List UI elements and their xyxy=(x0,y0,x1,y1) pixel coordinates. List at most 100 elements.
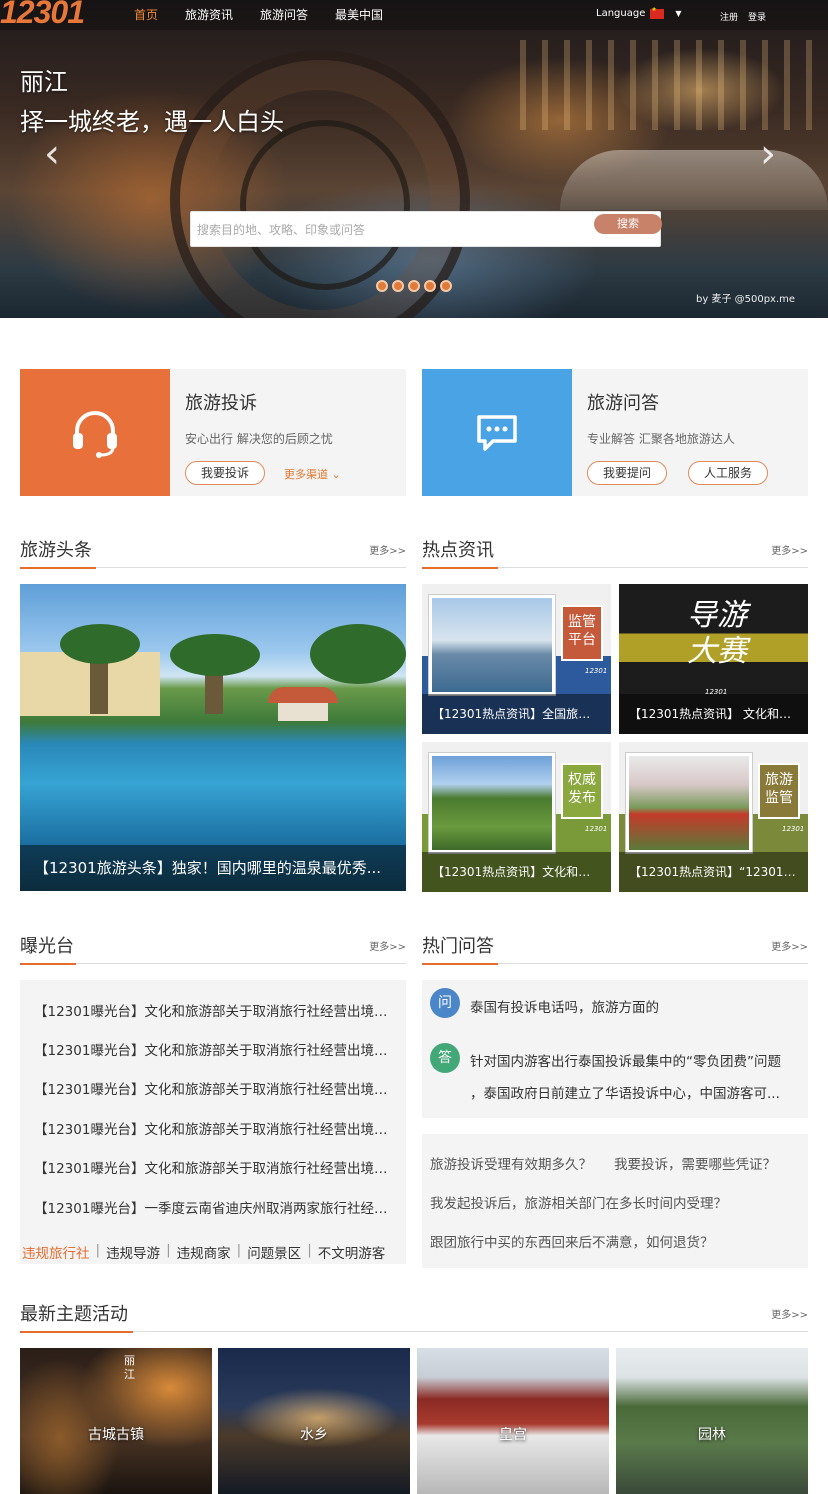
tile-caption[interactable]: 【12301热点资讯】全国旅游监管... xyxy=(422,694,611,734)
tile-stamp-text: 监管平台 xyxy=(561,605,603,661)
street-lights-image xyxy=(520,40,820,130)
caret-down-icon: ▼ xyxy=(675,9,682,18)
nav-item-travel-news[interactable]: 旅游资讯 xyxy=(185,6,233,23)
more-channels-link[interactable]: 更多渠道 ⌄ xyxy=(284,466,341,482)
hotspot-tile[interactable]: 导游大赛 12301 【12301热点资讯】 文化和旅游部... xyxy=(619,584,808,734)
carousel-next-arrow-icon[interactable]: › xyxy=(760,134,776,174)
complaint-card: 旅游投诉 安心出行 解决您的后顾之忧 我要投诉 更多渠道 ⌄ xyxy=(20,369,406,496)
submit-complaint-button[interactable]: 我要投诉 xyxy=(185,461,265,485)
stone-bridge-image xyxy=(560,150,828,210)
headlines-title: 旅游头条 xyxy=(20,540,92,561)
nav-item-travel-qa[interactable]: 旅游问答 xyxy=(260,6,308,23)
hotspot-tile[interactable]: 旅游监管 12301 【12301热点资讯】“12301全国... xyxy=(619,742,808,892)
qa-card: 旅游问答 专业解答 汇聚各地旅游达人 我要提问 人工服务 xyxy=(422,369,808,496)
more-channels-label: 更多渠道 xyxy=(284,468,328,481)
search-button[interactable]: 搜索 xyxy=(594,214,662,234)
faq-item[interactable]: 跟团旅行中买的东西回来后不满意，如何退货？ xyxy=(430,1231,714,1251)
exposure-item[interactable]: 【12301曝光台】文化和旅游部关于取消旅行社经营出境旅游业务的公告 xyxy=(34,1157,394,1177)
qa-card-icon-panel xyxy=(422,369,572,496)
tile-watermark: 12301 xyxy=(585,667,608,675)
waterwheel-inner-image xyxy=(240,120,410,290)
activity-ancient-town[interactable]: 丽 江 古城古镇 xyxy=(20,1348,212,1494)
tile-caption[interactable]: 【12301热点资讯】 文化和旅游部... xyxy=(619,694,808,734)
exposure-item[interactable]: 【12301曝光台】文化和旅游部关于取消旅行社经营出境旅游业务的公告 xyxy=(34,1000,394,1020)
activity-label: 古城古镇 xyxy=(88,1427,144,1443)
tag-separator: | xyxy=(236,1242,242,1258)
exposure-item[interactable]: 【12301曝光台】文化和旅游部关于取消旅行社经营出境旅游业务的公告 xyxy=(34,1039,394,1059)
language-selector[interactable]: Language ▼ xyxy=(596,6,682,20)
search-box: 搜索 xyxy=(190,211,662,247)
chat-bubble-icon xyxy=(477,414,517,451)
carousel-dot[interactable] xyxy=(440,280,452,292)
carousel-dot[interactable] xyxy=(376,280,388,292)
title-underline xyxy=(20,963,76,965)
tag-uncivil-tourist[interactable]: 不文明游客 xyxy=(318,1242,386,1262)
tag-separator: | xyxy=(307,1242,312,1258)
faq-item[interactable]: 我要投诉，需要哪些凭证？ xyxy=(614,1153,776,1173)
activity-water-town[interactable]: 水乡 xyxy=(218,1348,410,1494)
palm-canopy-image xyxy=(310,624,406,684)
activity-label: 水乡 xyxy=(300,1427,328,1443)
headline-caption[interactable]: 【12301旅游头条】独家！国内哪里的温泉最优秀... xyxy=(20,845,406,891)
headlines-more-link[interactable]: 更多>> xyxy=(369,542,406,557)
qa-section-header: 热门问答 更多>> xyxy=(422,932,808,965)
china-flag-icon xyxy=(650,6,665,19)
qa-more-link[interactable]: 更多>> xyxy=(771,938,808,953)
login-link[interactable]: 登录 xyxy=(748,10,766,23)
carousel-dot[interactable] xyxy=(424,280,436,292)
exposure-item[interactable]: 【12301曝光台】一季度云南省迪庆州取消两家旅行社经营资格 xyxy=(34,1197,394,1217)
tag-illegal-agency[interactable]: 违规旅行社 xyxy=(22,1242,90,1262)
title-underline xyxy=(20,567,96,569)
language-label: Language xyxy=(596,8,646,19)
tile-photo xyxy=(626,753,752,853)
top-navigation-bar xyxy=(0,0,828,30)
exposure-item[interactable]: 【12301曝光台】文化和旅游部关于取消旅行社经营出境旅游业务的公告 xyxy=(34,1078,394,1098)
activity-palace[interactable]: 皇宫 xyxy=(417,1348,609,1494)
tile-caption[interactable]: 【12301热点资讯】“12301全国... xyxy=(619,852,808,892)
carousel-dot[interactable] xyxy=(408,280,420,292)
tag-illegal-guide[interactable]: 违规导游 xyxy=(106,1242,160,1262)
tile-photo xyxy=(429,595,555,695)
tile-caption[interactable]: 【12301热点资讯】文化和旅游部... xyxy=(422,852,611,892)
exposure-item[interactable]: 【12301曝光台】文化和旅游部关于取消旅行社经营出境旅游业务的公告 xyxy=(34,1118,394,1138)
tile-watermark: 12301 xyxy=(585,825,608,833)
featured-qa[interactable]: 问 泰国有投诉电话吗，旅游方面的 答 针对国内游客出行泰国投诉最集中的“零负团费… xyxy=(422,980,808,1118)
faq-item[interactable]: 我发起投诉后，旅游相关部门在多长时间内受理？ xyxy=(430,1192,727,1212)
carousel-prev-arrow-icon[interactable]: ‹ xyxy=(44,134,60,174)
hotspot-section-header: 热点资讯 更多>> xyxy=(422,536,808,569)
qa-card-title: 旅游问答 xyxy=(587,393,659,414)
human-service-button[interactable]: 人工服务 xyxy=(688,461,768,485)
faq-list: 旅游投诉受理有效期多久？ 我要投诉，需要哪些凭证？ 我发起投诉后，旅游相关部门在… xyxy=(422,1134,808,1268)
tag-illegal-merchant[interactable]: 违规商家 xyxy=(177,1242,231,1262)
exposure-more-link[interactable]: 更多>> xyxy=(369,938,406,953)
nav-item-beautiful-china[interactable]: 最美中国 xyxy=(335,6,383,23)
hotspot-more-link[interactable]: 更多>> xyxy=(771,542,808,557)
carousel-indicators xyxy=(376,280,452,292)
faq-item[interactable]: 旅游投诉受理有效期多久？ xyxy=(430,1153,592,1173)
exposure-list: 【12301曝光台】文化和旅游部关于取消旅行社经营出境旅游业务的公告 【1230… xyxy=(20,980,406,1264)
search-input[interactable] xyxy=(197,218,587,242)
nav-item-home[interactable]: 首页 xyxy=(134,6,158,23)
headset-icon xyxy=(73,410,117,458)
ask-question-button[interactable]: 我要提问 xyxy=(587,461,667,485)
headline-photo[interactable]: 【12301旅游头条】独家！国内哪里的温泉最优秀... xyxy=(20,584,406,891)
auth-links: 注册 登录 xyxy=(720,10,766,23)
tile-stamp-text: 旅游监管 xyxy=(758,763,800,819)
exposure-category-tags: 违规旅行社 | 违规导游 | 违规商家 | 问题景区 | 不文明游客 xyxy=(22,1242,385,1262)
hotspot-tile[interactable]: 监管平台 12301 【12301热点资讯】全国旅游监管... xyxy=(422,584,611,734)
main-nav: 首页 旅游资讯 旅游问答 最美中国 xyxy=(134,6,383,23)
activity-garden[interactable]: 园林 xyxy=(616,1348,808,1494)
tag-problem-scenic[interactable]: 问题景区 xyxy=(247,1242,301,1262)
tag-separator: | xyxy=(166,1242,171,1258)
exposure-title: 曝光台 xyxy=(20,936,74,957)
activity-label: 皇宫 xyxy=(499,1427,527,1443)
featured-question[interactable]: 泰国有投诉电话吗，旅游方面的 xyxy=(470,996,659,1016)
palm-canopy-image xyxy=(170,634,260,676)
register-link[interactable]: 注册 xyxy=(720,10,738,23)
carousel-dot[interactable] xyxy=(392,280,404,292)
hotspot-tile[interactable]: 权威发布 12301 【12301热点资讯】文化和旅游部... xyxy=(422,742,611,892)
site-logo[interactable]: 12301 xyxy=(0,0,85,31)
activities-more-link[interactable]: 更多>> xyxy=(771,1306,808,1321)
activity-overlay-text: 丽 江 xyxy=(124,1354,135,1381)
palm-canopy-image xyxy=(60,624,140,664)
